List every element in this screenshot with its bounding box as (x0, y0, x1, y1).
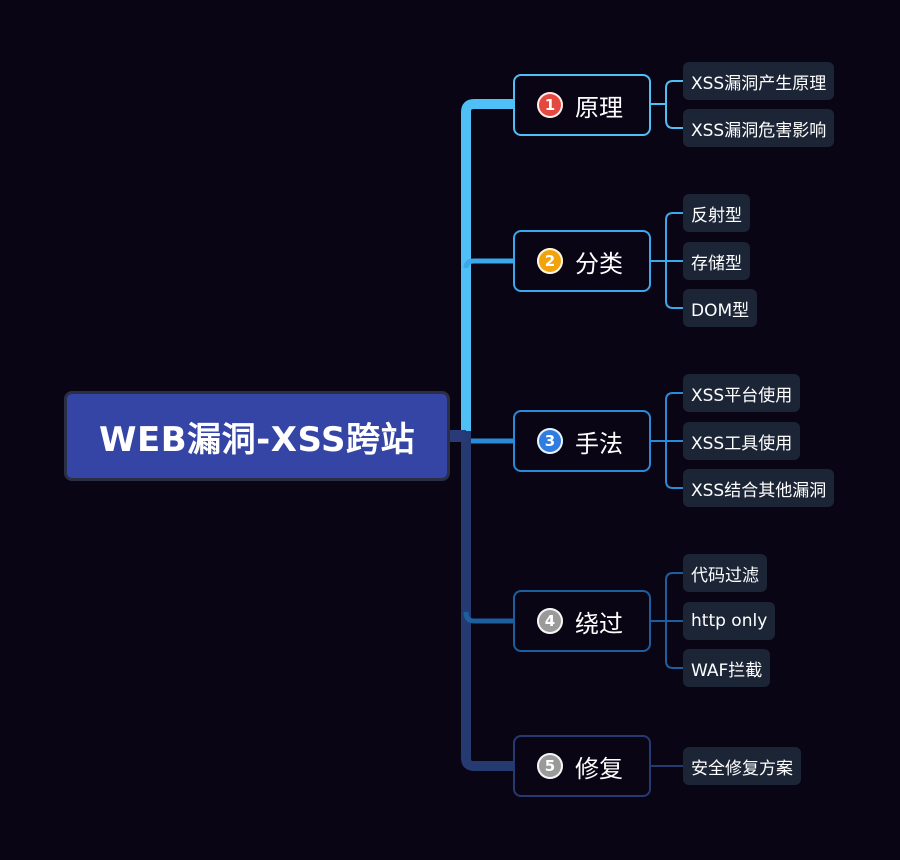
trunk-line-top (445, 99, 518, 441)
branch-label: 绕过 (575, 609, 623, 638)
leaf-label: XSS平台使用 (691, 385, 793, 406)
number-badge-icon: 5 (537, 753, 563, 779)
branch-2-link (651, 212, 683, 309)
leaf-node[interactable]: 反射型 (683, 194, 750, 232)
badge-number: 4 (544, 612, 556, 630)
leaf-label: XSS漏洞危害影响 (691, 120, 827, 141)
leaf-node[interactable]: 安全修复方案 (683, 747, 801, 785)
leaf-label: 代码过滤 (691, 565, 759, 586)
leaf-label: XSS工具使用 (691, 433, 793, 454)
leaf-node[interactable]: http only (683, 602, 776, 640)
number-badge-icon: 4 (537, 608, 563, 634)
leaf-label: DOM型 (691, 300, 750, 321)
branch-node-3[interactable]: 3 手法 (513, 410, 651, 472)
leaf-label: 反射型 (691, 205, 742, 226)
leaf-node[interactable]: 存储型 (683, 242, 750, 280)
leaf-node[interactable]: WAF拦截 (683, 649, 771, 687)
branch-4-link (651, 572, 683, 669)
branch-label: 手法 (575, 429, 623, 458)
leaf-node[interactable]: XSS工具使用 (683, 422, 801, 460)
branch-node-4[interactable]: 4 绕过 (513, 590, 651, 652)
number-badge-icon: 1 (537, 92, 563, 118)
leaf-label: XSS漏洞产生原理 (691, 73, 827, 94)
trunk-line-3 (463, 436, 513, 444)
leaf-label: 安全修复方案 (691, 758, 793, 779)
branch-node-2[interactable]: 2 分类 (513, 230, 651, 292)
number-badge-icon: 3 (537, 428, 563, 454)
leaf-node[interactable]: XSS漏洞危害影响 (683, 109, 835, 147)
branch-label: 修复 (575, 754, 623, 783)
number-badge-icon: 2 (537, 248, 563, 274)
leaf-label: http only (691, 611, 768, 631)
branch-label: 原理 (575, 93, 623, 122)
branch-node-1[interactable]: 1 原理 (513, 74, 651, 136)
branch-1-link (651, 80, 683, 129)
leaf-label: XSS结合其他漏洞 (691, 480, 827, 501)
badge-number: 2 (544, 252, 556, 270)
trunk-line-4 (463, 611, 513, 624)
badge-number: 5 (544, 757, 556, 775)
leaf-node[interactable]: XSS平台使用 (683, 374, 801, 412)
branch-node-5[interactable]: 5 修复 (513, 735, 651, 797)
mindmap-canvas: WEB漏洞-XSS跨站 1 原理 XSS漏洞产生原理 XSS漏洞危害影响 2 分… (0, 0, 900, 860)
leaf-node[interactable]: DOM型 (683, 289, 758, 327)
root-stub (450, 430, 466, 442)
trunk-line-bottom (445, 431, 518, 771)
leaf-label: 存储型 (691, 253, 742, 274)
branch-label: 分类 (575, 249, 623, 278)
badge-number: 3 (544, 432, 556, 450)
leaf-node[interactable]: XSS结合其他漏洞 (683, 469, 835, 507)
leaf-label: WAF拦截 (691, 660, 763, 681)
root-node[interactable]: WEB漏洞-XSS跨站 (64, 391, 450, 481)
trunk-line-2 (463, 258, 513, 269)
leaf-node[interactable]: XSS漏洞产生原理 (683, 62, 835, 100)
branch-3-link (651, 392, 683, 489)
leaf-node[interactable]: 代码过滤 (683, 554, 767, 592)
badge-number: 1 (544, 96, 556, 114)
root-title: WEB漏洞-XSS跨站 (99, 419, 415, 460)
